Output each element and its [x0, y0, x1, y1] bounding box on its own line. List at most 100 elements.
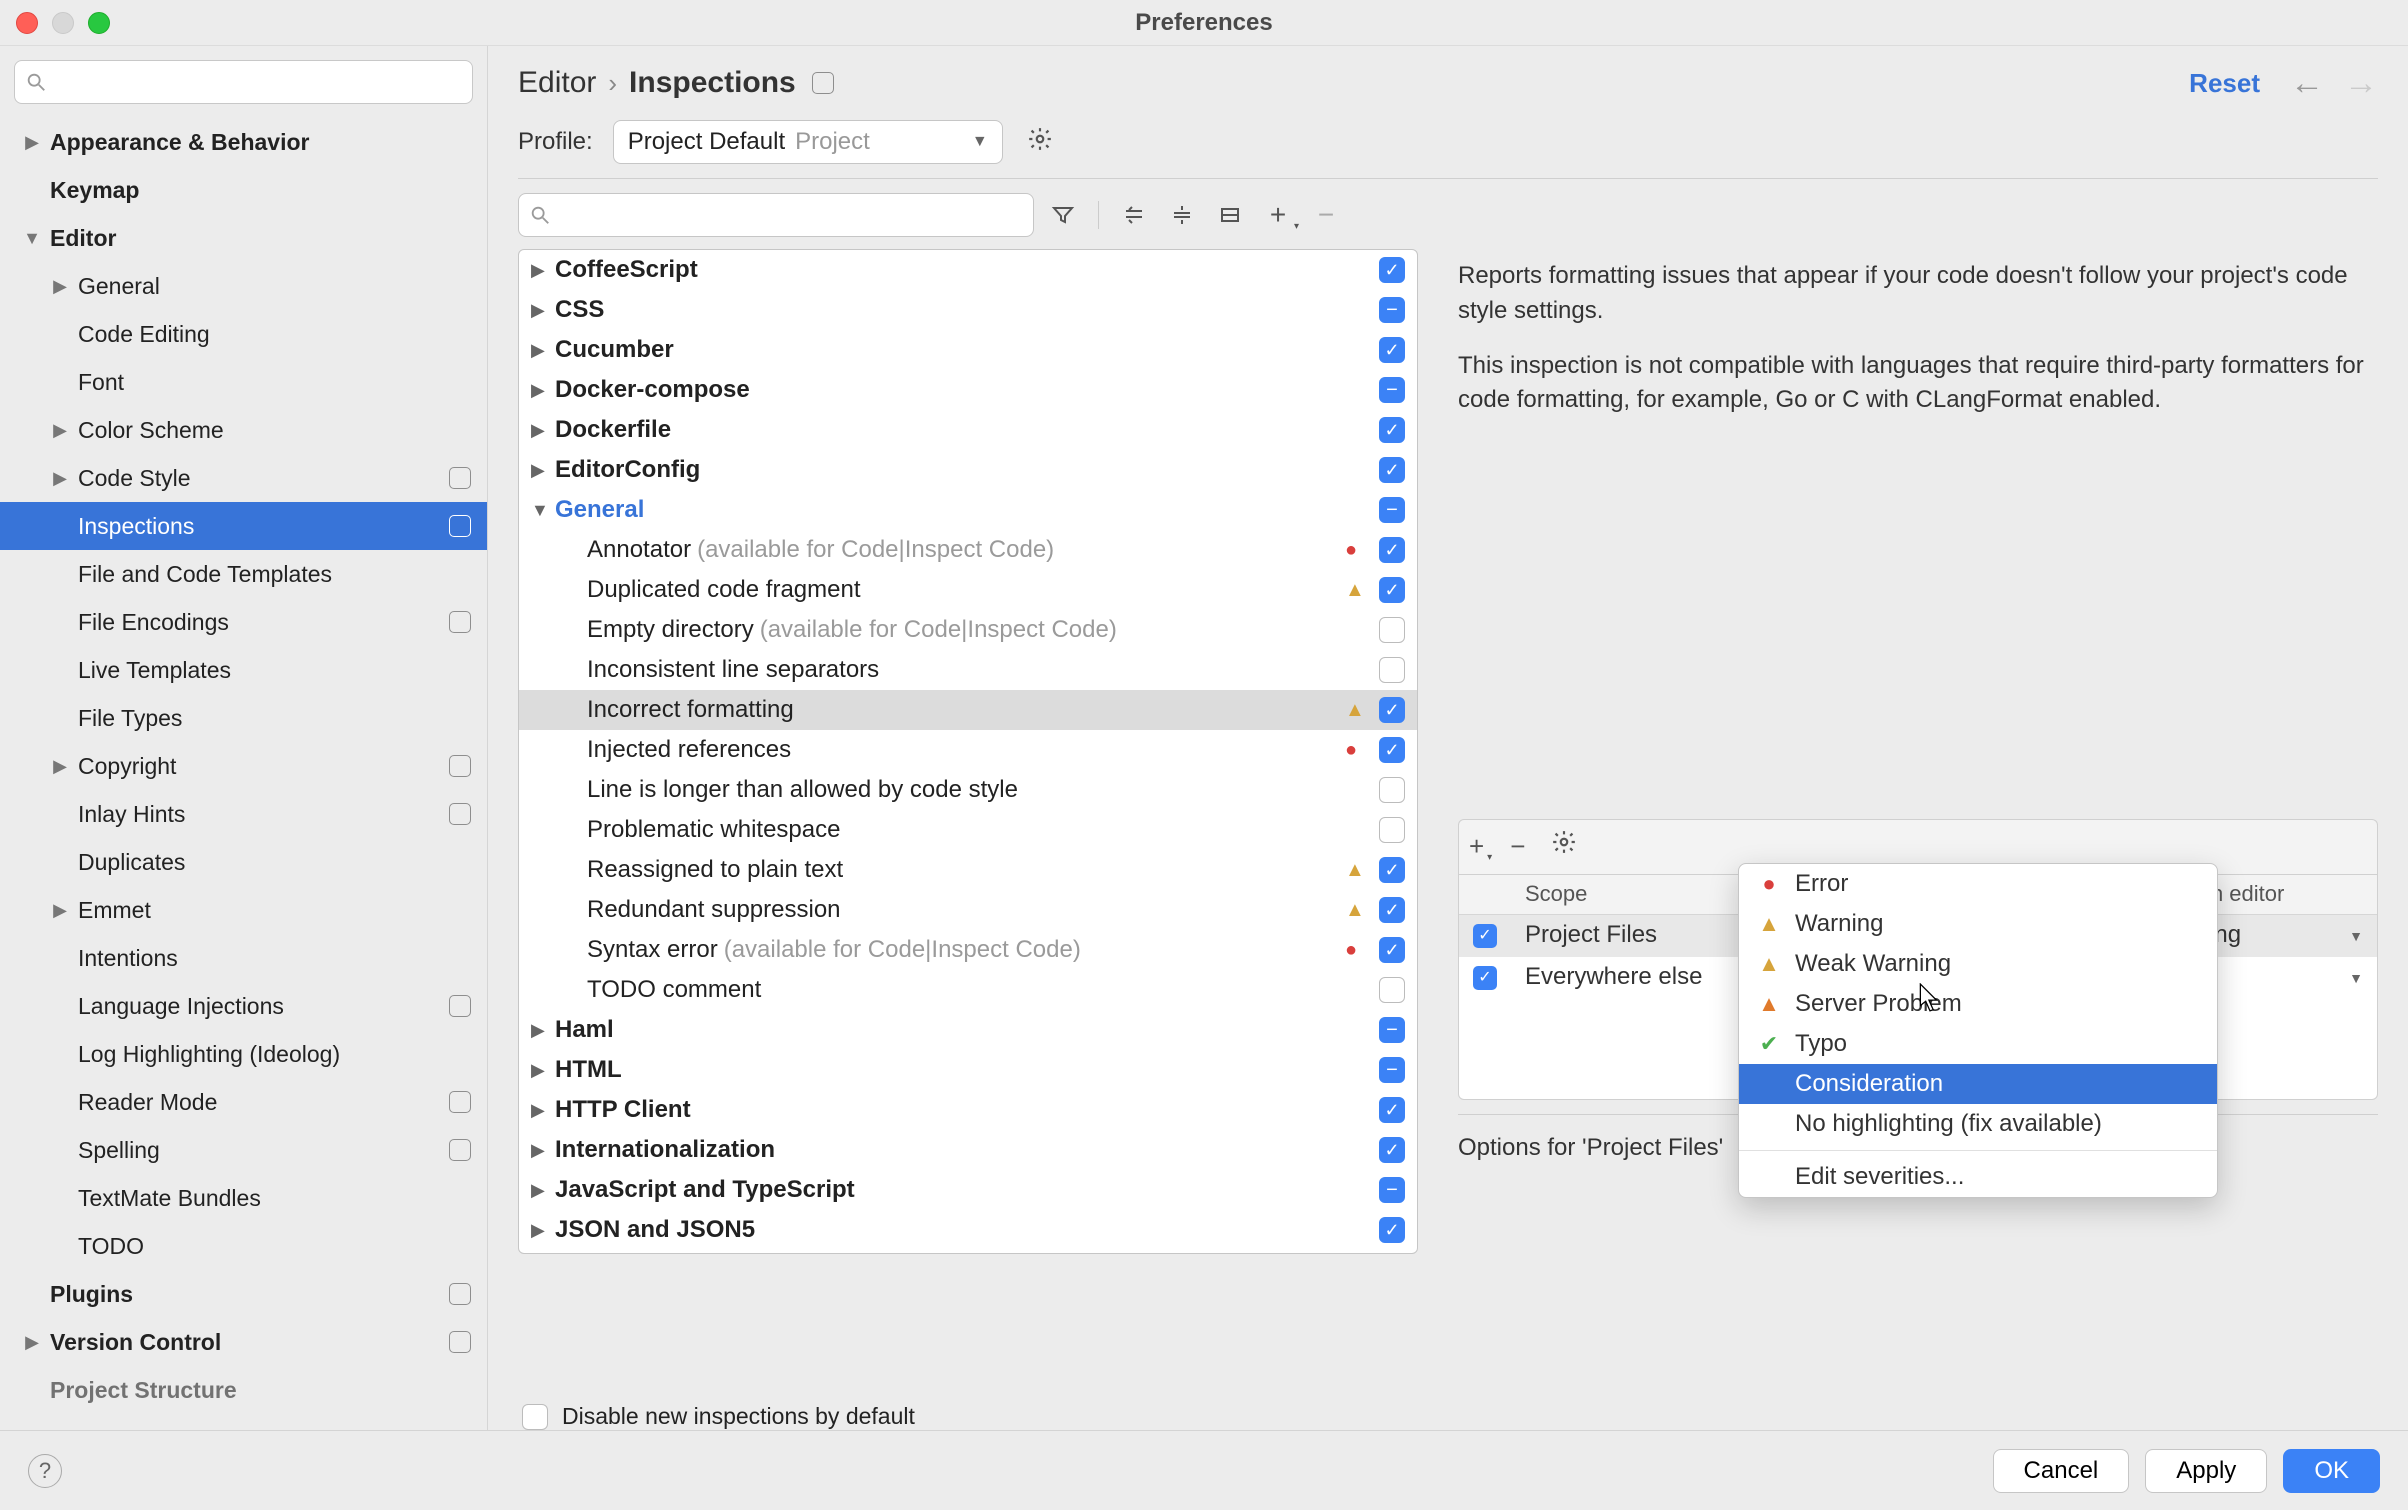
inspection-checkbox[interactable]: −	[1379, 1017, 1405, 1043]
inspection-checkbox[interactable]: ✓	[1379, 857, 1405, 883]
sidebar-item[interactable]: Intentions	[0, 934, 487, 982]
sidebar-item[interactable]: Log Highlighting (Ideolog)	[0, 1030, 487, 1078]
sidebar-item[interactable]: Language Injections	[0, 982, 487, 1030]
inspection-row[interactable]: ▶CoffeeScript✓	[519, 250, 1417, 290]
sidebar-item[interactable]: ▶Appearance & Behavior	[0, 118, 487, 166]
scope-gear-button[interactable]	[1551, 829, 1577, 864]
sidebar-item[interactable]: ▼Editor	[0, 214, 487, 262]
sidebar-search-input[interactable]	[14, 60, 473, 104]
inspection-row[interactable]: Redundant suppression▲✓	[519, 890, 1417, 930]
filter-button[interactable]	[1044, 196, 1082, 234]
inspection-row[interactable]: ▶JSON and JSON5✓	[519, 1210, 1417, 1250]
sidebar-item[interactable]: File and Code Templates	[0, 550, 487, 598]
scope-remove-button[interactable]: −	[1510, 828, 1525, 866]
sidebar-item[interactable]: ▶Code Style	[0, 454, 487, 502]
sidebar-item[interactable]: File Types	[0, 694, 487, 742]
inspection-row[interactable]: Line is longer than allowed by code styl…	[519, 770, 1417, 810]
add-button[interactable]: +▾	[1259, 196, 1297, 234]
apply-button[interactable]: Apply	[2145, 1449, 2267, 1493]
inspection-row[interactable]: Problematic whitespace	[519, 810, 1417, 850]
reset-default-button[interactable]	[1211, 196, 1249, 234]
inspection-row[interactable]: Empty directory(available for Code|Inspe…	[519, 610, 1417, 650]
inspection-row[interactable]: ▶Haml−	[519, 1010, 1417, 1050]
sidebar-item[interactable]: Project Structure	[0, 1366, 487, 1414]
inspection-row[interactable]: Annotator(available for Code|Inspect Cod…	[519, 530, 1417, 570]
sidebar-item[interactable]: ▶General	[0, 262, 487, 310]
sidebar-item[interactable]: Live Templates	[0, 646, 487, 694]
severity-option[interactable]: ●Error	[1739, 864, 2217, 904]
sidebar-item[interactable]: ▶Emmet	[0, 886, 487, 934]
sidebar-item[interactable]: File Encodings	[0, 598, 487, 646]
inspection-checkbox[interactable]	[1379, 977, 1405, 1003]
inspection-search-input[interactable]	[518, 193, 1034, 237]
profile-gear-button[interactable]	[1027, 126, 1053, 158]
inspection-checkbox[interactable]: ✓	[1379, 1217, 1405, 1243]
severity-option[interactable]: ▲Weak Warning	[1739, 944, 2217, 984]
inspection-row[interactable]: ▶CSS−	[519, 290, 1417, 330]
severity-option[interactable]: ▲Warning	[1739, 904, 2217, 944]
sidebar-item[interactable]: ▶Copyright	[0, 742, 487, 790]
inspection-row[interactable]: Inconsistent line separators	[519, 650, 1417, 690]
inspection-checkbox[interactable]: ✓	[1379, 257, 1405, 283]
inspection-checkbox[interactable]: −	[1379, 297, 1405, 323]
inspection-checkbox[interactable]: −	[1379, 1177, 1405, 1203]
disable-new-inspections-checkbox[interactable]: Disable new inspections by default	[522, 1403, 2378, 1430]
help-button[interactable]: ?	[28, 1454, 62, 1488]
inspection-row[interactable]: Reassigned to plain text▲✓	[519, 850, 1417, 890]
sidebar-item[interactable]: ▶Version Control	[0, 1318, 487, 1366]
inspection-row[interactable]: ▶Docker-compose−	[519, 370, 1417, 410]
inspection-row[interactable]: ▶EditorConfig✓	[519, 450, 1417, 490]
scope-checkbox[interactable]: ✓	[1473, 924, 1497, 948]
inspection-checkbox[interactable]: ✓	[1379, 1097, 1405, 1123]
sidebar-item[interactable]: Plugins	[0, 1270, 487, 1318]
inspection-checkbox[interactable]	[1379, 617, 1405, 643]
close-window-button[interactable]	[16, 12, 38, 34]
inspection-checkbox[interactable]	[1379, 777, 1405, 803]
inspection-row[interactable]: ▼General−	[519, 490, 1417, 530]
inspection-checkbox[interactable]: ✓	[1379, 337, 1405, 363]
sidebar-item[interactable]: Font	[0, 358, 487, 406]
inspection-checkbox[interactable]: ✓	[1379, 417, 1405, 443]
minimize-window-button[interactable]	[52, 12, 74, 34]
inspection-checkbox[interactable]: ✓	[1379, 737, 1405, 763]
inspection-row[interactable]: TODO comment	[519, 970, 1417, 1010]
inspection-row[interactable]: Syntax error(available for Code|Inspect …	[519, 930, 1417, 970]
inspection-row[interactable]: ▶JavaScript and TypeScript−	[519, 1170, 1417, 1210]
inspection-checkbox[interactable]	[1379, 817, 1405, 843]
ok-button[interactable]: OK	[2283, 1449, 2380, 1493]
inspection-row[interactable]: ▶Internationalization✓	[519, 1130, 1417, 1170]
sidebar-item[interactable]: Code Editing	[0, 310, 487, 358]
nav-forward-button[interactable]: →	[2344, 66, 2378, 100]
inspection-row[interactable]: ▶Less✓	[519, 1250, 1417, 1253]
edit-severities-option[interactable]: Edit severities...	[1739, 1157, 2217, 1197]
inspection-row[interactable]: ▶Cucumber✓	[519, 330, 1417, 370]
inspection-checkbox[interactable]: ✓	[1379, 537, 1405, 563]
inspection-row[interactable]: ▶HTML−	[519, 1050, 1417, 1090]
inspection-checkbox[interactable]: ✓	[1379, 937, 1405, 963]
sidebar-item[interactable]: Inspections	[0, 502, 487, 550]
cancel-button[interactable]: Cancel	[1993, 1449, 2130, 1493]
expand-all-button[interactable]	[1115, 196, 1153, 234]
sidebar-item[interactable]: TODO	[0, 1222, 487, 1270]
severity-option[interactable]: Consideration	[1739, 1064, 2217, 1104]
sidebar-item[interactable]: Spelling	[0, 1126, 487, 1174]
inspection-checkbox[interactable]: −	[1379, 1057, 1405, 1083]
inspection-checkbox[interactable]: ✓	[1379, 577, 1405, 603]
inspection-checkbox[interactable]: −	[1379, 497, 1405, 523]
maximize-window-button[interactable]	[88, 12, 110, 34]
collapse-all-button[interactable]	[1163, 196, 1201, 234]
inspection-row[interactable]: ▶HTTP Client✓	[519, 1090, 1417, 1130]
sidebar-item[interactable]: TextMate Bundles	[0, 1174, 487, 1222]
sidebar-item[interactable]: ▶Color Scheme	[0, 406, 487, 454]
inspection-row[interactable]: Duplicated code fragment▲✓	[519, 570, 1417, 610]
profile-dropdown[interactable]: Project Default Project ▼	[613, 120, 1003, 164]
inspection-row[interactable]: Injected references●✓	[519, 730, 1417, 770]
inspection-checkbox[interactable]: −	[1379, 377, 1405, 403]
inspection-row[interactable]: Incorrect formatting▲✓	[519, 690, 1417, 730]
sidebar-item[interactable]: Reader Mode	[0, 1078, 487, 1126]
inspection-checkbox[interactable]	[1379, 657, 1405, 683]
sidebar-item[interactable]: Inlay Hints	[0, 790, 487, 838]
sidebar-item[interactable]: Keymap	[0, 166, 487, 214]
inspection-row[interactable]: ▶Dockerfile✓	[519, 410, 1417, 450]
nav-back-button[interactable]: ←	[2290, 66, 2324, 100]
